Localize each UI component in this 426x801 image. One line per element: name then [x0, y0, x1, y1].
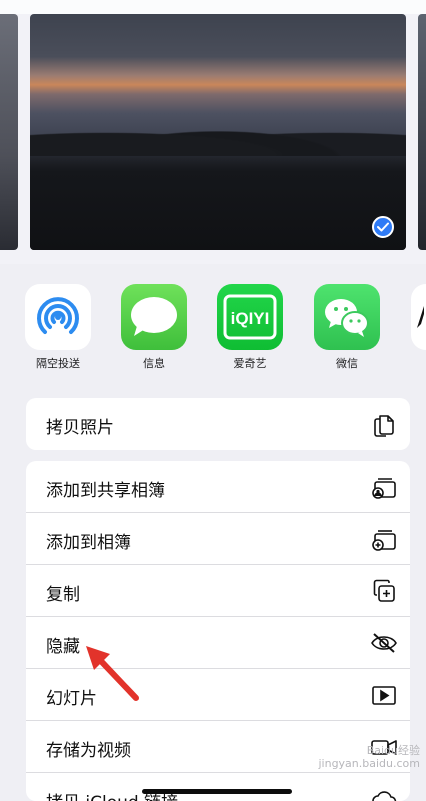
- more-app-partial-icon[interactable]: [411, 284, 426, 350]
- photo-strip: [0, 0, 426, 264]
- watermark: Baidu经验 jingyan.baidu.com: [318, 744, 420, 770]
- action-label: 隐藏: [46, 637, 80, 657]
- annotation-arrow: [86, 646, 139, 701]
- action-label: 添加到共享相簿: [46, 481, 165, 501]
- photo-thumbnail-previous[interactable]: [0, 14, 18, 250]
- app-messages[interactable]: 信息: [114, 284, 194, 371]
- app-wechat[interactable]: 微信: [307, 284, 387, 371]
- share-apps-row: 隔空投送 信息 iQIYI 爱奇艺 微信: [0, 284, 426, 380]
- app-iqiyi[interactable]: iQIYI 爱奇艺: [210, 284, 290, 371]
- copy-photo-icon: [370, 410, 398, 438]
- wechat-icon: [314, 284, 380, 350]
- action-label: 复制: [46, 585, 80, 605]
- watermark-line2: jingyan.baidu.com: [318, 757, 420, 770]
- iqiyi-icon: iQIYI: [217, 284, 283, 350]
- action-label: 添加到相簿: [46, 533, 131, 553]
- slideshow-icon: [370, 681, 398, 709]
- add-album-icon: [370, 525, 398, 553]
- action-copy-photo[interactable]: 拷贝照片: [26, 398, 410, 450]
- action-add-album[interactable]: 添加到相簿: [26, 513, 410, 565]
- airdrop-icon: [25, 284, 91, 350]
- app-label: 爱奇艺: [233, 357, 267, 370]
- action-label: 存储为视频: [46, 741, 131, 761]
- top-bar: [0, 0, 426, 14]
- iqiyi-logo-text: iQIYI: [231, 309, 270, 328]
- photo-selected[interactable]: [30, 14, 406, 250]
- watermark-line1: Baidu经验: [366, 744, 420, 757]
- action-add-shared-album[interactable]: 添加到共享相簿: [26, 461, 410, 513]
- cloud-link-icon: [370, 785, 398, 801]
- home-indicator[interactable]: [142, 789, 292, 794]
- app-label: 信息: [143, 357, 165, 370]
- messages-icon: [121, 284, 187, 350]
- eye-slash-icon: [370, 629, 398, 657]
- action-duplicate[interactable]: 复制: [26, 565, 410, 617]
- photo-thumbnail-next[interactable]: [418, 14, 426, 250]
- photo-hills: [30, 116, 406, 250]
- shared-album-icon: [370, 473, 398, 501]
- action-label: 拷贝照片: [46, 418, 114, 438]
- action-group-primary: 拷贝照片: [26, 398, 410, 450]
- app-label: 微信: [336, 357, 358, 370]
- selected-check-icon[interactable]: [372, 216, 394, 238]
- app-label: 隔空投送: [36, 357, 80, 370]
- app-airdrop[interactable]: 隔空投送: [18, 284, 98, 371]
- duplicate-icon: [370, 577, 398, 605]
